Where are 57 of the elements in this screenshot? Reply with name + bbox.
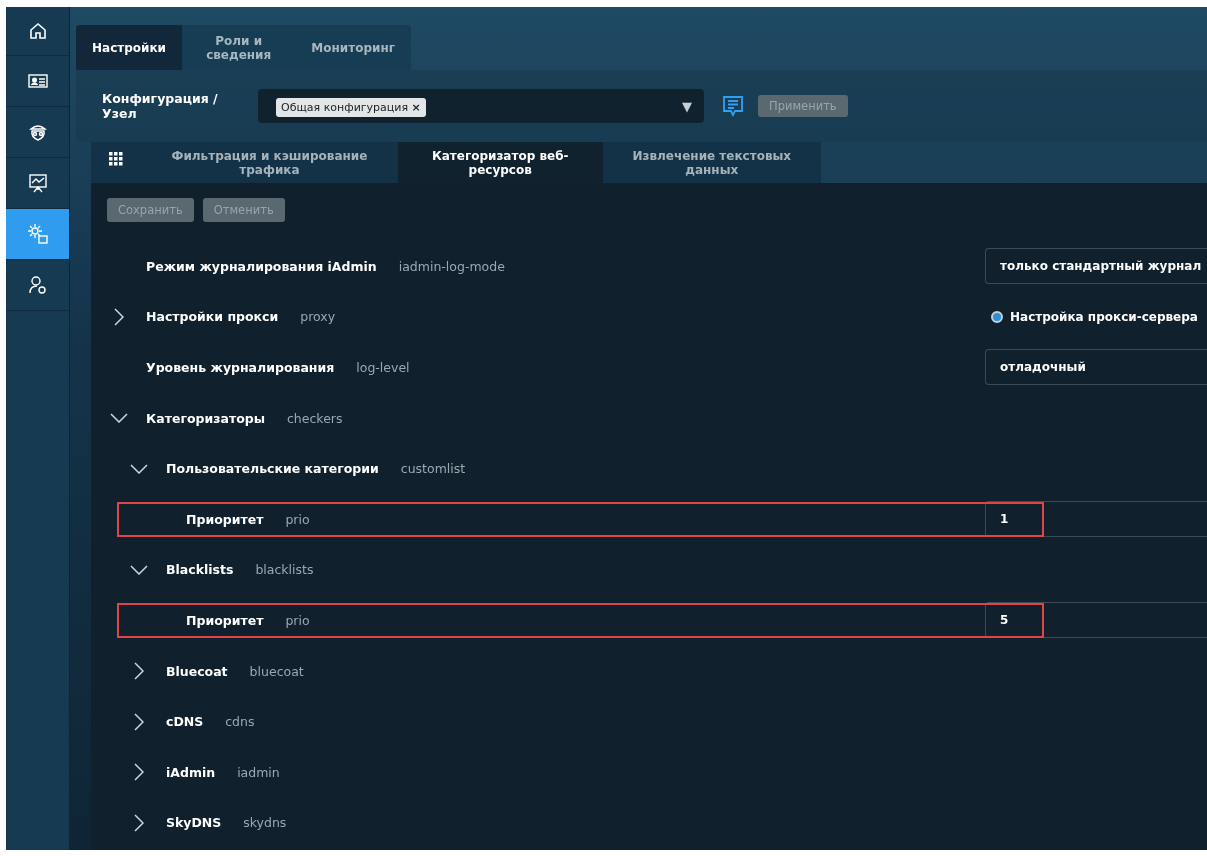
setting-key: proxy: [300, 309, 336, 325]
chevron-right-icon[interactable]: [133, 813, 144, 832]
tab[interactable]: Роли и сведения: [182, 25, 296, 70]
chevron-down-icon[interactable]: [129, 564, 148, 575]
contact-card-icon: [27, 73, 48, 89]
dropdown-arrow[interactable]: ▼: [682, 98, 692, 114]
setting-label: cDNS: [166, 714, 204, 730]
setting-label: Настройки прокси: [146, 309, 279, 325]
tab[interactable]: Мониторинг: [295, 25, 411, 70]
setting-label: Приоритет: [186, 511, 264, 527]
chevron-down-icon[interactable]: [109, 413, 128, 424]
select-field[interactable]: отладочный: [985, 349, 1207, 386]
comment-icon[interactable]: [722, 95, 744, 117]
setting-key: checkers: [287, 410, 343, 426]
config-label: Конфигурация / Узел: [102, 91, 219, 121]
chevron-right-icon[interactable]: [133, 712, 144, 731]
setting-label: Категоризаторы: [146, 410, 265, 426]
settings-icon: [26, 223, 49, 245]
setting-key: cdns: [225, 714, 255, 730]
setting-label: Приоритет: [186, 612, 264, 628]
tab[interactable]: Извлечение текстовых данных: [602, 142, 821, 183]
setting-key: customlist: [400, 461, 466, 477]
chevron-right-icon[interactable]: [133, 662, 144, 681]
tab[interactable]: Категоризатор веб-ресурсов: [397, 142, 603, 183]
agent-icon: [27, 122, 48, 142]
chevron-right-icon[interactable]: [113, 307, 124, 326]
home-icon: [28, 22, 47, 40]
radio-label: Настройка прокси-сервера: [1010, 309, 1198, 324]
setting-key: skydns: [243, 815, 287, 831]
setting-key: iadmin-log-mode: [398, 258, 505, 274]
select-field[interactable]: только стандартный журнал: [985, 248, 1207, 285]
config-chip: Общая конфигурация ×: [276, 97, 426, 117]
setting-key: blacklists: [255, 562, 314, 578]
tab[interactable]: Настройки: [76, 25, 182, 70]
setting-label: Пользовательские категории: [166, 461, 379, 477]
setting-key: iadmin: [237, 764, 280, 780]
setting-key: prio: [285, 511, 310, 527]
chip-remove-button[interactable]: ×: [411, 100, 421, 114]
setting-label: Bluecoat: [166, 663, 228, 679]
chevron-right-icon[interactable]: [133, 763, 144, 782]
user-settings-icon: [27, 275, 48, 295]
setting-key: log-level: [356, 360, 410, 375]
number-input-field[interactable]: 1: [985, 501, 1207, 538]
chevron-down-icon[interactable]: [129, 463, 148, 474]
radio-button[interactable]: [991, 310, 1003, 323]
presentation-chart-icon: [27, 173, 48, 193]
setting-label: Уровень журналирования: [146, 360, 335, 375]
number-input-field[interactable]: 5: [985, 602, 1207, 639]
setting-label: Blacklists: [166, 562, 234, 578]
tab[interactable]: Фильтрация и кэширование трафика: [141, 142, 398, 183]
setting-key: bluecoat: [249, 663, 304, 679]
setting-label: Режим журналирования iAdmin: [146, 258, 377, 274]
setting-label: SkyDNS: [166, 815, 222, 831]
setting-key: prio: [285, 612, 310, 628]
setting-label: iAdmin: [166, 764, 216, 780]
grid-menu-icon[interactable]: [109, 151, 123, 166]
config-select-field[interactable]: Общая конфигурация × ▼: [258, 89, 704, 123]
